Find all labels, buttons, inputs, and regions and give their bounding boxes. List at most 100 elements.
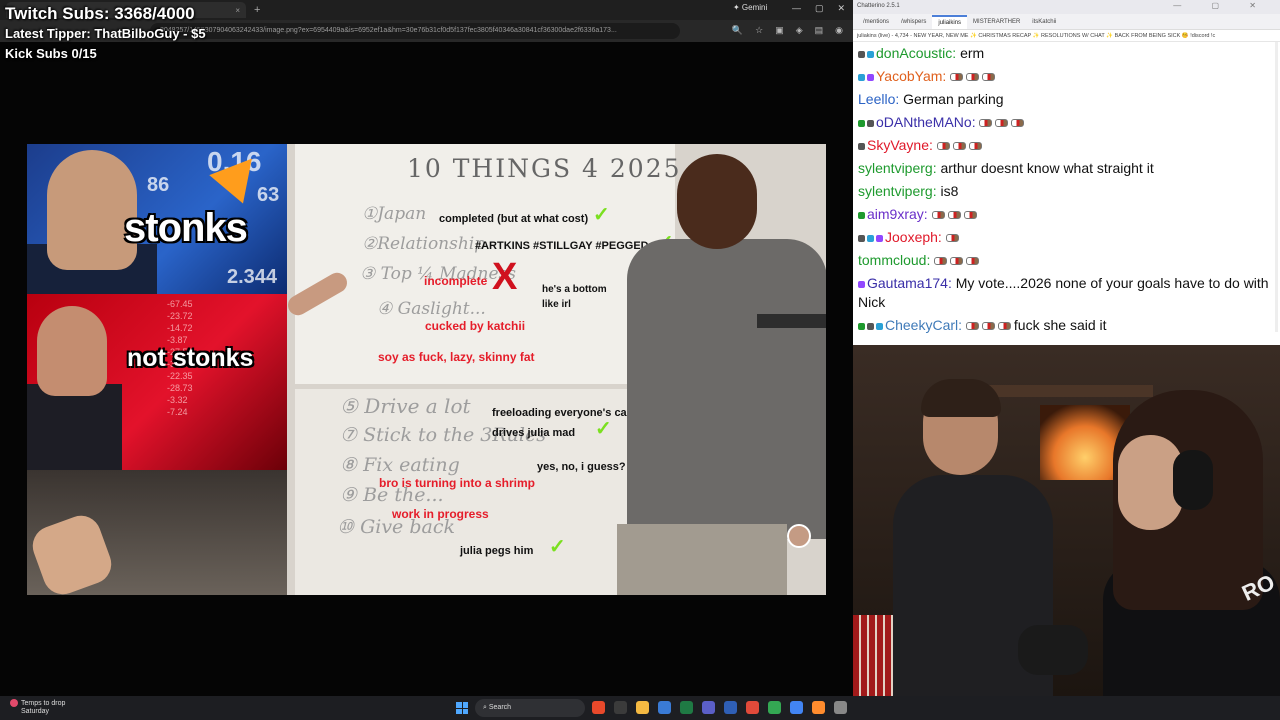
tab-misterarther[interactable]: MISTERARTHER — [967, 16, 1026, 28]
emote-icon[interactable] — [950, 257, 964, 266]
hand — [27, 510, 117, 595]
badge-icon[interactable] — [867, 50, 874, 58]
new-tab-button[interactable]: + — [254, 4, 260, 16]
taskbar-app-icon[interactable] — [790, 701, 803, 714]
tab-itskatchii[interactable]: itsKatchii — [1026, 16, 1062, 28]
chat-username[interactable]: Gautama174: — [867, 275, 952, 291]
chat-scrollbar[interactable] — [1275, 42, 1278, 332]
minimize-button[interactable]: — — [792, 3, 801, 14]
annotation: work in progress — [392, 507, 489, 521]
badge-icon[interactable] — [858, 322, 865, 330]
browser-window: × + ✦ Gemini — ▢ ✕ 8048257/1455307904063… — [0, 0, 853, 696]
ticker-value: 2.344 — [227, 266, 278, 288]
badge-icon[interactable] — [867, 119, 874, 127]
chat-window-controls[interactable]: — ▢ ✕ — [1173, 1, 1270, 10]
extension-icon[interactable]: ▣ — [775, 25, 784, 36]
maximize-button[interactable]: ▢ — [815, 3, 824, 14]
taskbar-search[interactable]: ⌕ Search — [475, 699, 585, 717]
badge-icon[interactable] — [858, 73, 865, 81]
badge-icon[interactable] — [867, 234, 874, 242]
profile-icon[interactable]: ◉ — [835, 25, 843, 36]
windows-start-icon[interactable] — [456, 702, 468, 714]
url-field[interactable]: 8048257/1455307904063242433/image.png?ex… — [150, 23, 680, 39]
emote-icon[interactable] — [934, 257, 948, 266]
chat-username[interactable]: SkyVayne: — [867, 137, 933, 153]
emote-icon[interactable] — [945, 234, 959, 243]
badge-icon[interactable] — [867, 73, 874, 81]
taskbar-app-icon[interactable] — [636, 701, 649, 714]
emote-icon[interactable] — [981, 322, 995, 331]
emote-icon[interactable] — [1011, 119, 1025, 128]
emote-icon[interactable] — [963, 211, 977, 220]
tab-close-icon[interactable]: × — [235, 6, 240, 15]
badge-icon[interactable] — [858, 142, 865, 150]
emote-icon[interactable] — [965, 322, 979, 331]
emote-icon[interactable] — [936, 142, 950, 151]
taskbar-app-icon[interactable] — [614, 701, 627, 714]
annotation: julia pegs him — [460, 545, 534, 557]
badge-icon[interactable] — [867, 322, 874, 330]
tab-juliakins[interactable]: juliaikins — [932, 14, 968, 29]
annotation: completed (but at what cost) — [439, 213, 589, 225]
chat-titlebar: Chatterino 2.5.1 — ▢ ✕ — [853, 0, 1280, 14]
emote-icon[interactable] — [968, 142, 982, 151]
badge-icon[interactable] — [858, 234, 865, 242]
emote-icon[interactable] — [966, 257, 980, 266]
taskbar-app-icon[interactable] — [834, 701, 847, 714]
taskbar-app-icon[interactable] — [658, 701, 671, 714]
chat-username[interactable]: donAcoustic: — [876, 45, 956, 61]
emote-icon[interactable] — [950, 73, 964, 82]
chat-username[interactable]: aim9xray: — [867, 206, 928, 222]
badge-icon[interactable] — [858, 211, 865, 219]
chat-username[interactable]: YacobYam: — [876, 68, 946, 84]
mic-arm — [757, 314, 826, 328]
chat-username[interactable]: Jooxeph: — [885, 229, 942, 245]
badge-icon[interactable] — [858, 50, 865, 58]
chat-text: erm — [960, 45, 985, 61]
emote-icon[interactable] — [979, 119, 993, 128]
close-button[interactable]: ✕ — [837, 3, 845, 14]
headphones — [1173, 450, 1213, 510]
badge-icon[interactable] — [876, 234, 883, 242]
tab-whispers[interactable]: /whispers — [895, 16, 932, 28]
badge-icon[interactable] — [876, 322, 883, 330]
emote-icon[interactable] — [997, 322, 1011, 331]
browser-window-controls: — ▢ ✕ — [792, 3, 845, 14]
taskbar-app-icon[interactable] — [724, 701, 737, 714]
emote-icon[interactable] — [952, 142, 966, 151]
emote-icon[interactable] — [966, 73, 980, 82]
badge-icon[interactable] — [858, 280, 865, 288]
stream-status: juliakins (live) - 4,734 - NEW YEAR, NEW… — [853, 30, 1280, 42]
chat-username[interactable]: sylentviperg: — [858, 183, 937, 199]
not-stonks-caption: not stonks — [127, 344, 254, 372]
chat-username[interactable]: tommcloud: — [858, 252, 930, 268]
taskbar-app-icon[interactable] — [768, 701, 781, 714]
taskbar-app-icon[interactable] — [702, 701, 715, 714]
emote-icon[interactable] — [947, 211, 961, 220]
ticker-value: 86 — [147, 174, 170, 196]
annotation: soy as fuck, lazy, skinny fat — [378, 350, 535, 364]
taskbar-app-icon[interactable] — [746, 701, 759, 714]
taskbar-app-icon[interactable] — [680, 701, 693, 714]
emote-icon[interactable] — [995, 119, 1009, 128]
badge-icon[interactable] — [858, 119, 865, 127]
chat-username[interactable]: CheekyCarl: — [885, 317, 962, 333]
weather-widget[interactable]: Temps to drop Saturday — [10, 699, 65, 716]
annotation: cucked by katchii — [425, 319, 526, 333]
zoom-icon[interactable]: 🔍 — [732, 25, 743, 36]
puzzle-icon[interactable]: ◈ — [796, 25, 803, 36]
chat-username[interactable]: oDANtheMANo: — [876, 114, 976, 130]
streamer-woman — [1093, 390, 1280, 696]
search-label: Search — [488, 704, 512, 711]
emote-icon[interactable] — [931, 211, 945, 220]
tab-mentions[interactable]: /mentions — [857, 16, 895, 28]
sidebar-icon[interactable]: ▤ — [815, 25, 824, 36]
chat-username[interactable]: sylentviperg: — [858, 160, 937, 176]
not-stonks-meme: -67.45 -23.72 -14.72 -3.87 -27.55 -37.24… — [27, 294, 287, 470]
taskbar-app-icon[interactable] — [592, 701, 605, 714]
taskbar-app-icon[interactable] — [812, 701, 825, 714]
gemini-button[interactable]: ✦ Gemini — [733, 3, 767, 12]
bookmark-star-icon[interactable]: ☆ — [755, 25, 763, 36]
emote-icon[interactable] — [982, 73, 996, 82]
chat-username[interactable]: Leello: — [858, 91, 899, 107]
